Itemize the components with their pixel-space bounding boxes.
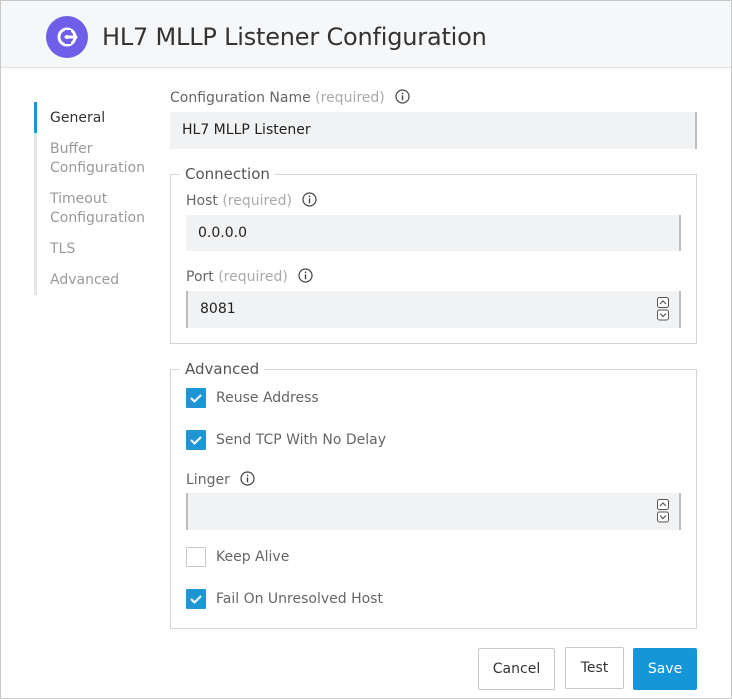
- connection-fieldset: Connection Host (required) 0.0.0.0 Port …: [170, 165, 697, 344]
- port-input[interactable]: 8081: [186, 291, 681, 328]
- required-hint: (required): [315, 90, 385, 106]
- fail-unresolved-host-label: Fail On Unresolved Host: [216, 591, 383, 607]
- nav-item-tls[interactable]: TLS: [50, 240, 75, 259]
- tcp-no-delay-label: Send TCP With No Delay: [216, 432, 386, 448]
- nav-item-buffer-configuration[interactable]: Buffer Configuration: [50, 140, 145, 178]
- port-label: Port (required): [186, 268, 313, 287]
- dialog-title: HL7 MLLP Listener Configuration: [102, 23, 487, 51]
- info-icon[interactable]: [302, 192, 317, 211]
- save-button[interactable]: Save: [633, 648, 697, 690]
- required-hint: (required): [218, 269, 288, 285]
- port-value: 8081: [200, 301, 236, 317]
- linger-label-text: Linger: [186, 472, 230, 488]
- test-button[interactable]: Test: [565, 647, 624, 689]
- linger-label: Linger: [186, 471, 255, 490]
- reuse-address-checkbox[interactable]: [186, 388, 206, 408]
- nav-item-timeout-configuration[interactable]: Timeout Configuration: [50, 190, 145, 228]
- info-icon[interactable]: [298, 268, 313, 287]
- config-name-label-text: Configuration Name: [170, 90, 311, 106]
- section-nav: General Buffer Configuration Timeout Con…: [34, 102, 154, 295]
- reuse-address-label: Reuse Address: [216, 390, 319, 406]
- info-icon[interactable]: [395, 89, 410, 108]
- fail-unresolved-host-checkbox[interactable]: [186, 589, 206, 609]
- info-icon[interactable]: [240, 471, 255, 490]
- tcp-no-delay-checkbox[interactable]: [186, 430, 206, 450]
- linger-input[interactable]: [186, 493, 681, 530]
- connection-legend: Connection: [180, 165, 275, 183]
- nav-item-general[interactable]: General: [50, 109, 105, 128]
- config-name-value: HL7 MLLP Listener: [182, 122, 311, 138]
- advanced-legend: Advanced: [180, 360, 265, 378]
- host-label-text: Host: [186, 193, 218, 209]
- advanced-fieldset: Advanced Reuse Address Send TCP With No …: [170, 360, 697, 629]
- host-input[interactable]: 0.0.0.0: [186, 215, 681, 251]
- host-value: 0.0.0.0: [198, 225, 247, 241]
- required-hint: (required): [222, 193, 292, 209]
- linger-stepper[interactable]: [657, 499, 669, 527]
- port-stepper[interactable]: [657, 297, 669, 325]
- host-label: Host (required): [186, 192, 317, 211]
- keep-alive-checkbox[interactable]: [186, 547, 206, 567]
- cancel-button[interactable]: Cancel: [478, 648, 555, 690]
- nav-item-advanced[interactable]: Advanced: [50, 271, 119, 290]
- configuration-dialog: HL7 MLLP Listener Configuration General …: [0, 0, 732, 699]
- nav-active-indicator: [34, 102, 37, 133]
- keep-alive-label: Keep Alive: [216, 549, 290, 565]
- power-plug-icon: [46, 16, 88, 58]
- config-name-label: Configuration Name (required): [170, 89, 410, 108]
- config-name-input[interactable]: HL7 MLLP Listener: [170, 112, 697, 149]
- dialog-header: HL7 MLLP Listener Configuration: [1, 1, 731, 68]
- port-label-text: Port: [186, 269, 214, 285]
